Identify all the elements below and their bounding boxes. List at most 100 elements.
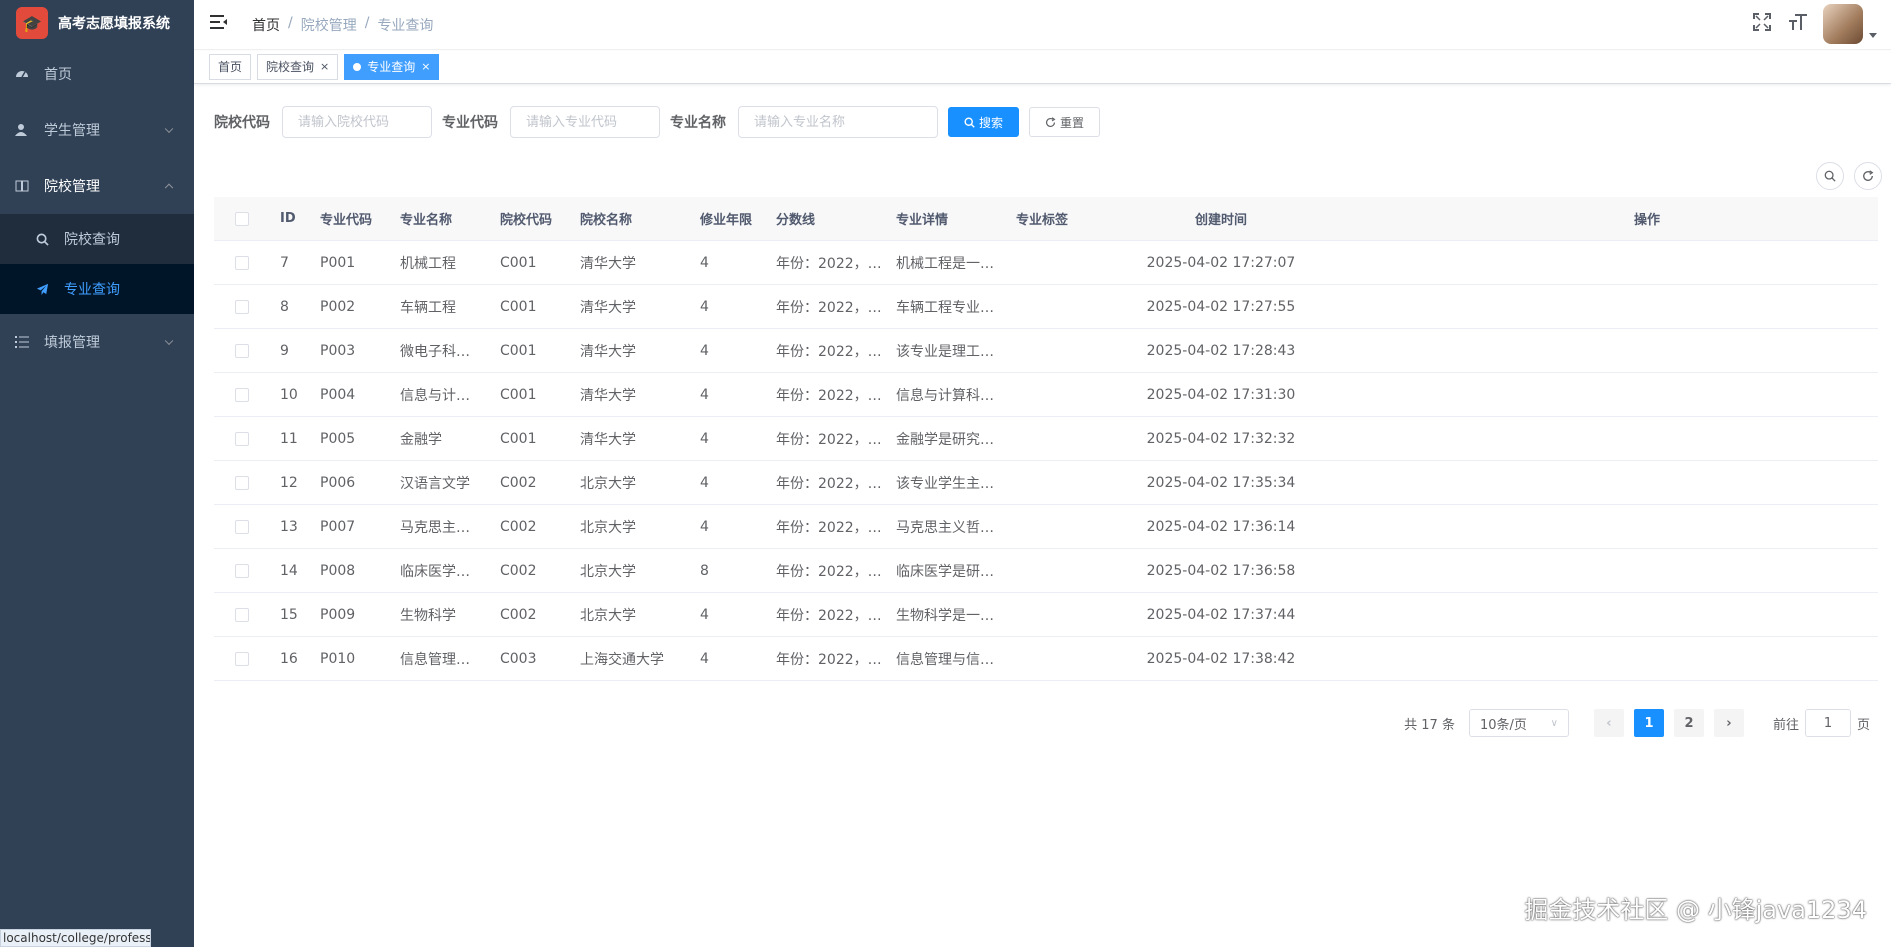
row-checkbox[interactable] xyxy=(235,299,249,314)
row-checkbox[interactable] xyxy=(235,387,249,402)
sidebar-item-major-query[interactable]: 专业查询 xyxy=(0,264,194,314)
next-page-button[interactable]: › xyxy=(1713,709,1744,737)
row-select-cell xyxy=(214,299,270,314)
row-checkbox[interactable] xyxy=(235,519,249,534)
logo[interactable]: 🎓 高考志愿填报系统 xyxy=(0,0,194,46)
breadcrumb-item[interactable]: 首页 xyxy=(252,15,280,35)
cell-detail: 车辆工程专业… xyxy=(896,299,994,316)
sidebar-item-students[interactable]: 学生管理 xyxy=(0,102,194,158)
major-name-input[interactable] xyxy=(738,106,938,138)
sidebar-item-application-management[interactable]: 填报管理 xyxy=(0,314,194,370)
cell-id: 11 xyxy=(280,430,298,447)
tag-college-query[interactable]: 院校查询 × xyxy=(257,54,339,80)
refresh-table-icon[interactable] xyxy=(1854,162,1882,190)
dashboard-icon xyxy=(14,66,30,82)
cell-college-name: 上海交通大学 xyxy=(580,651,664,668)
table-row[interactable]: 12 P006 汉语言文学 C002 北京大学 4 年份：2022，… 该专业学… xyxy=(214,461,1878,505)
page-size-select[interactable]: 10条/页 ∨ xyxy=(1468,709,1569,737)
cell-major-code: P001 xyxy=(320,254,356,271)
cell-id: 7 xyxy=(280,254,289,271)
major-code-input[interactable] xyxy=(510,106,660,138)
caret-down-icon[interactable] xyxy=(1869,32,1877,38)
table-row[interactable]: 9 P003 微电子科… C001 清华大学 4 年份：2022，… 该专业是理… xyxy=(214,329,1878,373)
hamburger-icon[interactable] xyxy=(210,14,230,32)
page-suffix: 页 xyxy=(1856,717,1870,733)
table-row[interactable]: 8 P002 车辆工程 C001 清华大学 4 年份：2022，… 车辆工程专业… xyxy=(214,285,1878,329)
table-row[interactable]: 15 P009 生物科学 C002 北京大学 4 年份：2022，… 生物科学是… xyxy=(214,593,1878,637)
tag-home[interactable]: 首页 xyxy=(209,54,252,80)
table-row[interactable]: 14 P008 临床医学… C002 北京大学 8 年份：2022，… 临床医学… xyxy=(214,549,1878,593)
cell-college-code: C001 xyxy=(500,342,537,359)
sidebar-item-home[interactable]: 首页 xyxy=(0,46,194,102)
table-row[interactable]: 10 P004 信息与计… C001 清华大学 4 年份：2022，… 信息与计… xyxy=(214,373,1878,417)
column-header: 创建时间 xyxy=(1194,213,1247,228)
college-code-input[interactable] xyxy=(282,106,432,138)
fullscreen-icon[interactable] xyxy=(1751,12,1773,36)
select-all-checkbox[interactable] xyxy=(235,211,249,226)
sidebar-item-label: 首页 xyxy=(44,67,72,83)
sidebar-item-label: 填报管理 xyxy=(44,335,100,351)
reset-button[interactable]: 重置 xyxy=(1029,107,1101,137)
cell-id: 14 xyxy=(280,562,298,579)
row-checkbox[interactable] xyxy=(235,343,249,358)
breadcrumb-item: 院校管理 xyxy=(300,18,357,34)
cell-major-name: 信息管理… xyxy=(400,651,470,668)
sidebar-item-college-query[interactable]: 院校查询 xyxy=(0,214,194,264)
cell-major-code: P008 xyxy=(320,562,356,579)
header-right xyxy=(1751,4,1877,44)
prev-page-button[interactable]: ‹ xyxy=(1593,709,1624,737)
row-checkbox[interactable] xyxy=(235,651,249,666)
page-button[interactable]: 2 xyxy=(1673,709,1704,737)
cell-id: 15 xyxy=(280,606,298,623)
search-button[interactable]: 搜索 xyxy=(948,107,1020,137)
page-button[interactable]: 1 xyxy=(1633,709,1664,737)
table-row[interactable]: 7 P001 机械工程 C001 清华大学 4 年份：2022，… 机械工程是一… xyxy=(214,241,1878,285)
reset-button-label: 重置 xyxy=(1060,115,1085,130)
row-select-cell xyxy=(214,651,270,666)
cell-score: 年份：2022，… xyxy=(776,519,882,536)
font-size-icon[interactable] xyxy=(1787,12,1809,36)
cell-major-name: 生物科学 xyxy=(400,607,456,624)
cell-years: 8 xyxy=(700,562,709,579)
cell-created: 2025-04-02 17:38:42 xyxy=(1146,650,1296,667)
status-url: localhost/college/professio xyxy=(0,929,151,947)
avatar[interactable] xyxy=(1823,4,1863,44)
breadcrumb-separator: / xyxy=(364,15,370,31)
chevron-up-icon xyxy=(164,183,174,193)
toggle-search-icon[interactable] xyxy=(1816,162,1844,190)
cell-college-name: 清华大学 xyxy=(580,431,636,448)
row-select-cell xyxy=(214,607,270,622)
goto-page-input[interactable] xyxy=(1804,709,1851,737)
row-checkbox[interactable] xyxy=(235,607,249,622)
cell-id: 10 xyxy=(280,386,298,403)
table-row[interactable]: 11 P005 金融学 C001 清华大学 4 年份：2022，… 金融学是研究… xyxy=(214,417,1878,461)
row-checkbox[interactable] xyxy=(235,475,249,490)
sidebar-item-label: 院校查询 xyxy=(64,232,120,248)
cell-major-code: P003 xyxy=(320,342,356,359)
close-icon[interactable]: × xyxy=(320,55,329,79)
pagination-total: 共 17 条 xyxy=(1404,717,1455,733)
cell-college-code: C001 xyxy=(500,298,537,315)
breadcrumb-separator: / xyxy=(288,15,293,31)
sidebar: 🎓 高考志愿填报系统 首页 学生管理 院校管理 院校查询 专业查询 填报管理 l… xyxy=(0,0,194,947)
cell-major-name: 车辆工程 xyxy=(400,299,456,316)
cell-score: 年份：2022，… xyxy=(776,475,882,492)
major-name-label: 专业名称 xyxy=(670,115,726,131)
cell-college-name: 北京大学 xyxy=(580,519,636,536)
active-dot xyxy=(353,63,362,71)
tag-label: 专业查询 xyxy=(367,60,416,74)
table-row[interactable]: 16 P010 信息管理… C003 上海交通大学 4 年份：2022，… 信息… xyxy=(214,637,1878,681)
cell-college-code: C003 xyxy=(500,650,537,667)
tag-major-query[interactable]: 专业查询 × xyxy=(344,54,440,80)
row-checkbox[interactable] xyxy=(235,255,249,270)
cell-major-name: 机械工程 xyxy=(400,255,456,272)
close-icon[interactable]: × xyxy=(421,55,430,79)
row-checkbox[interactable] xyxy=(235,431,249,446)
cell-detail: 该专业是理工… xyxy=(896,343,994,360)
row-checkbox[interactable] xyxy=(235,563,249,578)
tags-view: 首页 院校查询 × 专业查询 × xyxy=(194,51,1891,84)
search-button-label: 搜索 xyxy=(979,115,1004,130)
cell-years: 4 xyxy=(700,386,709,403)
table-row[interactable]: 13 P007 马克思主… C002 北京大学 4 年份：2022，… 马克思主… xyxy=(214,505,1878,549)
sidebar-item-college-management[interactable]: 院校管理 xyxy=(0,158,194,214)
